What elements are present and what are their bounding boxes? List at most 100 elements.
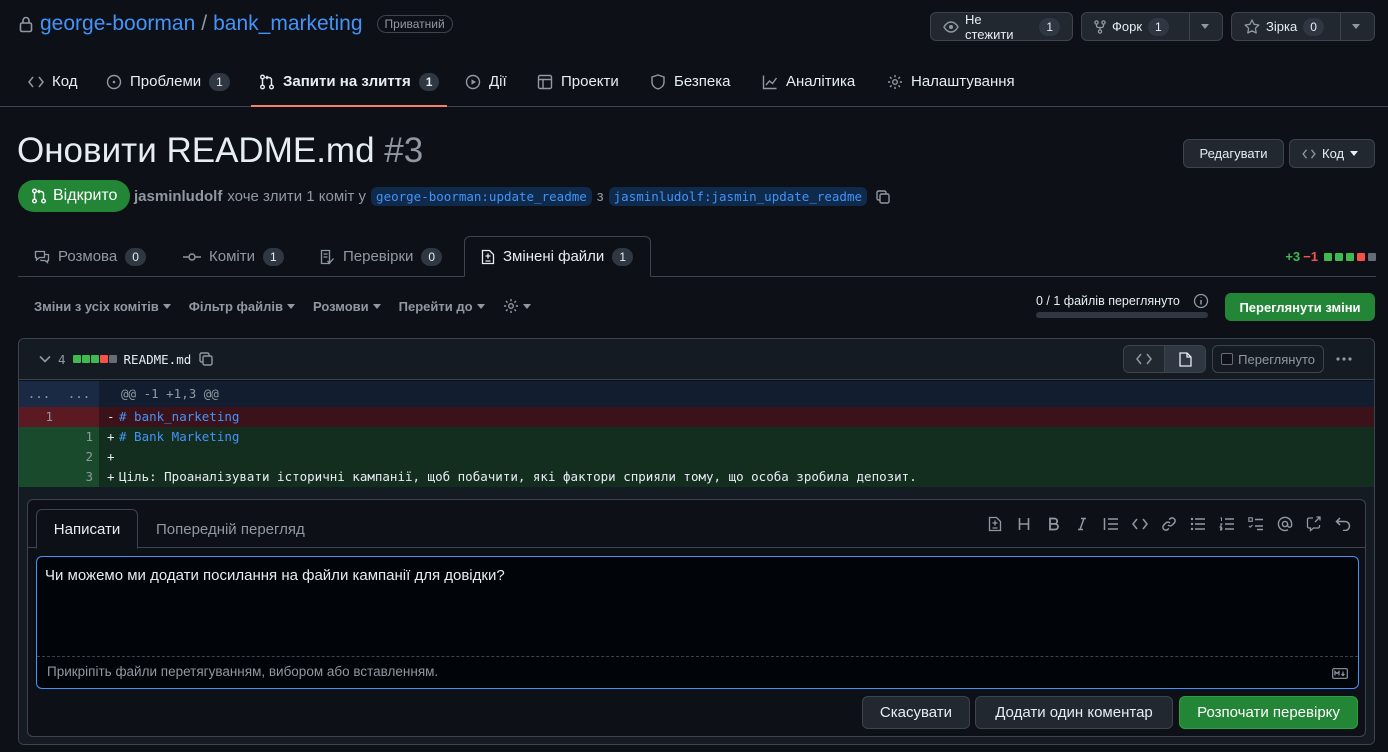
tab-commits-label: Коміти bbox=[209, 248, 255, 265]
new-line-number[interactable] bbox=[59, 407, 99, 427]
diff-code: # Bank Marketing bbox=[119, 429, 240, 444]
nav-security[interactable]: Безпека bbox=[650, 56, 730, 107]
fork-button[interactable]: Форк 1 bbox=[1082, 13, 1189, 40]
bold-icon[interactable] bbox=[1045, 516, 1061, 532]
tab-conversation[interactable]: Розмова 0 bbox=[34, 236, 146, 277]
viewed-progress-text: 0 / 1 файлів переглянуто bbox=[1036, 294, 1180, 308]
ordered-list-icon[interactable] bbox=[1219, 516, 1235, 532]
triangle-down-icon bbox=[162, 303, 171, 309]
triangle-down-icon bbox=[1352, 24, 1360, 29]
link-icon[interactable] bbox=[1161, 516, 1177, 532]
table-icon bbox=[537, 74, 553, 90]
jump-to-dropdown[interactable]: Перейти до bbox=[399, 298, 485, 314]
nav-settings[interactable]: Налаштування bbox=[887, 56, 1015, 107]
source-diff-button[interactable] bbox=[1124, 346, 1166, 372]
copy-icon[interactable] bbox=[198, 351, 214, 367]
tab-commits-count: 1 bbox=[262, 247, 284, 266]
old-line-number[interactable] bbox=[19, 467, 59, 487]
commits-filter-dropdown[interactable]: Зміни з усіх комітів bbox=[34, 298, 171, 314]
eye-icon bbox=[943, 20, 959, 33]
star-label: Зірка bbox=[1266, 19, 1298, 34]
new-line-number[interactable]: 1 bbox=[59, 427, 99, 447]
nav-insights[interactable]: Аналітика bbox=[762, 56, 855, 107]
info-icon[interactable] bbox=[1193, 293, 1209, 309]
undo-icon[interactable] bbox=[1335, 516, 1351, 532]
file-filter-dropdown[interactable]: Фільтр файлів bbox=[189, 298, 295, 314]
star-dropdown-button[interactable] bbox=[1340, 13, 1371, 40]
nav-actions-label: Дії bbox=[489, 73, 507, 90]
chevron-down-icon[interactable] bbox=[39, 355, 51, 363]
star-button[interactable]: Зірка 0 bbox=[1232, 13, 1340, 40]
heading-icon[interactable] bbox=[1016, 516, 1032, 532]
hunk-expand-right[interactable]: ... bbox=[59, 381, 99, 407]
hunk-expand-left[interactable]: ... bbox=[19, 381, 59, 407]
code-icon bbox=[1136, 353, 1153, 365]
graph-icon bbox=[762, 74, 778, 90]
head-branch[interactable]: jasminludolf:jasmin_update_readme bbox=[608, 187, 868, 206]
merge-text: хоче злити 1 коміт у bbox=[227, 188, 367, 205]
quote-icon[interactable] bbox=[1103, 516, 1119, 532]
unordered-list-icon[interactable] bbox=[1190, 516, 1206, 532]
jump-to-label: Перейти до bbox=[398, 298, 473, 314]
rich-diff-button[interactable] bbox=[1165, 346, 1206, 372]
from-word: з bbox=[596, 188, 604, 205]
hunk-gutter[interactable]: ... ... bbox=[19, 381, 99, 407]
watch-button[interactable]: Не стежити 1 bbox=[931, 12, 1072, 42]
old-line-number[interactable] bbox=[19, 447, 59, 467]
nav-issues[interactable]: Проблеми 1 bbox=[106, 56, 230, 107]
start-review-button[interactable]: Розпочати перевірку bbox=[1179, 696, 1358, 729]
add-single-comment-button[interactable]: Додати один коментар bbox=[975, 696, 1173, 729]
task-list-icon[interactable] bbox=[1248, 516, 1264, 532]
tab-checks[interactable]: Перевірки 0 bbox=[319, 236, 443, 277]
new-line-number[interactable]: 3 bbox=[59, 467, 99, 487]
repo-name-link[interactable]: bank_marketing bbox=[213, 12, 362, 36]
repo-breadcrumb: george-boorman / bank_marketing Приватни… bbox=[18, 12, 453, 36]
tab-conversation-label: Розмова bbox=[58, 248, 118, 265]
base-branch[interactable]: george-boorman:update_readme bbox=[371, 187, 592, 206]
nav-projects[interactable]: Проекти bbox=[537, 56, 619, 107]
cancel-button[interactable]: Скасувати bbox=[862, 696, 970, 729]
tab-commits[interactable]: Коміти 1 bbox=[183, 236, 284, 277]
tab-files-changed[interactable]: Змінені файли 1 bbox=[464, 236, 651, 277]
tab-preview-label: Попередній перегляд bbox=[156, 520, 305, 538]
nav-actions[interactable]: Дії bbox=[465, 56, 507, 107]
old-line-number[interactable]: 1 bbox=[19, 407, 59, 427]
file-icon bbox=[1179, 351, 1192, 367]
code-icon[interactable] bbox=[1132, 516, 1148, 532]
star-button-group: Зірка 0 bbox=[1231, 12, 1375, 41]
author-link[interactable]: jasminludolf bbox=[134, 188, 222, 205]
conversations-dropdown[interactable]: Розмови bbox=[313, 298, 381, 314]
start-review-label: Розпочати перевірку bbox=[1197, 704, 1340, 721]
new-line-number[interactable]: 2 bbox=[59, 447, 99, 467]
nav-security-label: Безпека bbox=[674, 73, 731, 90]
triangle-down-icon bbox=[287, 303, 295, 309]
tab-preview[interactable]: Попередній перегляд bbox=[140, 509, 321, 549]
copy-icon[interactable] bbox=[875, 189, 891, 205]
file-more-button[interactable] bbox=[1330, 345, 1358, 373]
nav-pull-requests-label: Запити на злиття bbox=[283, 73, 411, 90]
comment-textarea[interactable]: Чи можемо ми додати посилання на файли к… bbox=[36, 556, 1359, 689]
file-header-actions: Переглянуто bbox=[1123, 345, 1358, 373]
nav-settings-label: Налаштування bbox=[911, 73, 1015, 90]
diff-sign: + bbox=[107, 469, 115, 484]
cross-reference-icon[interactable] bbox=[1306, 516, 1322, 532]
file-diffstat bbox=[72, 355, 117, 363]
code-dropdown-button[interactable]: Код bbox=[1289, 139, 1375, 168]
line-gutter: 1 bbox=[19, 407, 99, 427]
edit-button[interactable]: Редагувати bbox=[1183, 139, 1284, 168]
diff-settings-dropdown[interactable] bbox=[503, 298, 531, 314]
tab-write[interactable]: Написати bbox=[36, 509, 138, 549]
attach-files-zone[interactable]: Прикріпіть файли перетягуванням, вибором… bbox=[37, 656, 1358, 688]
nav-code[interactable]: Код bbox=[28, 56, 78, 107]
file-name[interactable]: README.md bbox=[124, 352, 192, 367]
italic-icon[interactable] bbox=[1074, 516, 1090, 532]
nav-pull-requests[interactable]: Запити на злиття 1 bbox=[250, 56, 448, 107]
mention-icon[interactable] bbox=[1277, 516, 1293, 532]
diff-code: Ціль: Проаналізувати історичні кампанії,… bbox=[119, 469, 917, 484]
fork-dropdown-button[interactable] bbox=[1189, 13, 1220, 40]
old-line-number[interactable] bbox=[19, 427, 59, 447]
viewed-checkbox[interactable]: Переглянуто bbox=[1212, 345, 1324, 373]
review-changes-button[interactable]: Переглянути зміни bbox=[1225, 293, 1375, 321]
repo-owner-link[interactable]: george-boorman bbox=[40, 12, 195, 36]
suggestion-icon[interactable] bbox=[987, 516, 1003, 532]
